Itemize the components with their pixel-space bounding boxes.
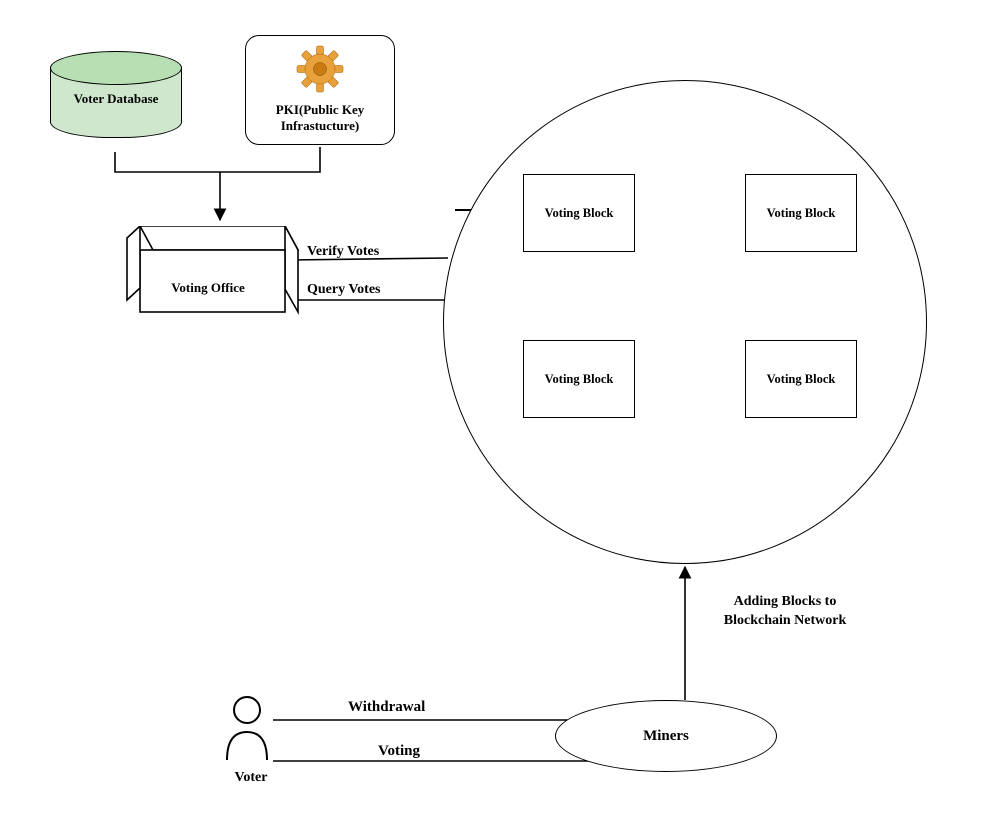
edge-label-withdrawal: Withdrawal [348,699,425,716]
database-label: Voter Database [51,91,181,107]
database-node: Voter Database [50,67,180,138]
voter-label: Voter [216,770,286,786]
pki-label: PKI(Public Key Infrastucture) [254,102,386,135]
edge-label-adding-blocks: Adding Blocks to Blockchain Network [710,593,860,631]
diagram-canvas: Voter Database [0,0,990,834]
gear-icon [246,44,394,94]
voting-office-node: Voting Office [120,226,290,316]
edge-label-verify: Verify Votes [307,244,379,260]
blockchain-network [443,80,927,564]
edge-label-query: Query Votes [307,282,381,298]
miners-node: Miners [555,700,777,772]
voting-block-bottom-left: Voting Block [523,340,635,418]
voting-block-top-right: Voting Block [745,174,857,252]
miners-label: Miners [643,728,689,745]
voting-block-top-left: Voting Block [523,174,635,252]
edge-label-voting: Voting [378,743,420,760]
pki-node: PKI(Public Key Infrastucture) [245,35,395,145]
database-icon: Voter Database [50,67,182,138]
voting-office-label: Voting Office [148,280,268,296]
voting-block-bottom-right: Voting Block [745,340,857,418]
person-icon [222,694,272,764]
